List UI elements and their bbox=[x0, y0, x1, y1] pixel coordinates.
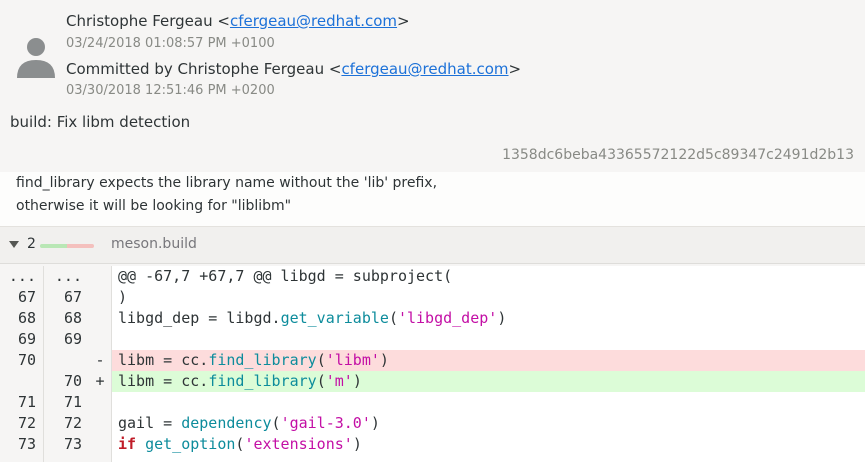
code-token: libm = cc. bbox=[118, 372, 209, 390]
code-token: libgd_dep = libgd. bbox=[118, 309, 281, 327]
code-cell: libgd_dep = libgd.get_variable('libgd_de… bbox=[112, 308, 865, 329]
code-token: gail = bbox=[118, 414, 182, 432]
old-line-number: 71 bbox=[17, 393, 36, 411]
code-cell bbox=[112, 392, 865, 413]
commit-body-line: otherwise it will be looking for "liblib… bbox=[16, 198, 292, 214]
code-token: ( bbox=[388, 309, 398, 327]
commit-header: Christophe Fergeau <cfergeau@redhat.com>… bbox=[0, 0, 865, 172]
code-text: libm = cc.find_library('m') bbox=[118, 372, 362, 390]
code-text: libm = cc.find_library('libm') bbox=[118, 351, 389, 369]
code-token: 'libgd_dep' bbox=[397, 309, 498, 327]
diff-line: 71 71 bbox=[0, 392, 865, 413]
old-line-number: 70 bbox=[17, 351, 36, 369]
change-marker: + bbox=[95, 372, 105, 390]
committer-line: Committed by Christophe Fergeau <cfergea… bbox=[66, 60, 522, 78]
author-name: Christophe Fergeau bbox=[66, 12, 213, 30]
code-token: ) bbox=[352, 435, 362, 453]
old-line-number: ... bbox=[8, 267, 36, 285]
code-token: get_variable bbox=[280, 309, 389, 327]
new-line-number: 71 bbox=[63, 393, 82, 411]
code-cell: @@ -67,7 +67,7 @@ libgd = subproject( bbox=[112, 266, 865, 287]
commit-date: 03/30/2018 12:51:46 PM +0200 bbox=[66, 83, 275, 98]
code-text: ) bbox=[118, 288, 127, 306]
author-date: 03/24/2018 01:08:57 PM +0100 bbox=[66, 36, 275, 51]
new-line-number: 72 bbox=[63, 414, 82, 432]
code-text: gail = dependency('gail-3.0') bbox=[118, 414, 380, 432]
code-token: ) bbox=[497, 309, 507, 327]
code-token: 'gail-3.0' bbox=[280, 414, 371, 432]
code-text: if get_option('extensions') bbox=[118, 435, 362, 453]
expander-arrow-icon[interactable] bbox=[9, 241, 19, 248]
hunk-header-row: @@ -67,7 +67,7 @@ libgd = subproject(...… bbox=[0, 266, 865, 287]
new-line-number: 70 bbox=[63, 372, 82, 390]
code-cell: gail = dependency('gail-3.0') bbox=[112, 413, 865, 434]
change-marker: - bbox=[95, 351, 105, 369]
author-line: Christophe Fergeau <cfergeau@redhat.com> bbox=[66, 12, 410, 30]
code-token: ) bbox=[352, 372, 362, 390]
old-line-number: 67 bbox=[17, 288, 36, 306]
commit-sha: 1358dc6beba43365572122d5c89347c2491d2b13 bbox=[502, 147, 854, 163]
code-token: ) bbox=[118, 288, 128, 306]
diff-line: libm = cc.find_library('libm') 70 - bbox=[0, 350, 865, 371]
new-line-number: 67 bbox=[63, 288, 82, 306]
old-line-number: 72 bbox=[17, 414, 36, 432]
code-text: @@ -67,7 +67,7 @@ libgd = subproject( bbox=[118, 267, 452, 285]
diff-view: @@ -67,7 +67,7 @@ libgd = subproject(...… bbox=[0, 266, 865, 462]
diffstat-added bbox=[40, 244, 67, 248]
old-line-number: 68 bbox=[17, 309, 36, 327]
diff-line: gail = dependency('gail-3.0') 72 72 bbox=[0, 413, 865, 434]
committer-email-link[interactable]: cfergeau@redhat.com bbox=[341, 60, 508, 78]
code-token: if bbox=[118, 435, 137, 453]
diff-line: if get_option('extensions') 73 73 bbox=[0, 434, 865, 455]
code-token: ( bbox=[271, 414, 281, 432]
commit-body: find_library expects the library name wi… bbox=[0, 172, 865, 227]
code-cell: ) bbox=[112, 287, 865, 308]
code-token: 'm' bbox=[325, 372, 353, 390]
diff-line: libgd_dep = libgd.get_variable('libgd_de… bbox=[0, 308, 865, 329]
change-count: 2 bbox=[27, 236, 36, 252]
code-cell bbox=[112, 329, 865, 350]
old-line-number: 73 bbox=[17, 435, 36, 453]
code-token: 'libm' bbox=[325, 351, 380, 369]
code-token: libm = cc. bbox=[118, 351, 209, 369]
diff-line: libm = cc.find_library('m') 70 + bbox=[0, 371, 865, 392]
old-line-number: 69 bbox=[17, 330, 36, 348]
code-token: find_library bbox=[208, 351, 317, 369]
code-token: ) bbox=[370, 414, 380, 432]
file-name: meson.build bbox=[111, 236, 197, 252]
diffstat-removed bbox=[67, 244, 94, 248]
commit-body-line: find_library expects the library name wi… bbox=[16, 175, 438, 191]
code-token: ) bbox=[379, 351, 389, 369]
code-text: libgd_dep = libgd.get_variable('libgd_de… bbox=[118, 309, 506, 327]
new-line-number: 69 bbox=[63, 330, 82, 348]
code-cell: libm = cc.find_library('libm') bbox=[112, 350, 865, 371]
new-line-number: ... bbox=[54, 267, 82, 285]
avatar-icon bbox=[17, 38, 55, 78]
committed-by-label: Committed by Christophe Fergeau bbox=[66, 60, 325, 78]
diff-line: 69 69 bbox=[0, 329, 865, 350]
author-email-link[interactable]: cfergeau@redhat.com bbox=[230, 12, 397, 30]
new-line-number: 73 bbox=[63, 435, 82, 453]
code-token: dependency bbox=[181, 414, 272, 432]
diffstat-bar bbox=[40, 244, 94, 248]
new-line-number: 68 bbox=[63, 309, 82, 327]
code-cell: if get_option('extensions') bbox=[112, 434, 865, 455]
code-cell: libm = cc.find_library('m') bbox=[112, 371, 865, 392]
code-token: @@ -67,7 +67,7 @@ libgd = subproject( bbox=[118, 267, 453, 285]
code-token: ( bbox=[316, 372, 326, 390]
code-token: get_option bbox=[145, 435, 236, 453]
code-token: find_library bbox=[208, 372, 317, 390]
commit-subject: build: Fix libm detection bbox=[10, 113, 191, 131]
file-header[interactable]: 2 meson.build bbox=[0, 227, 865, 264]
diff-line: ) 67 67 bbox=[0, 287, 865, 308]
code-token: ( bbox=[316, 351, 326, 369]
code-token: 'extensions' bbox=[244, 435, 353, 453]
